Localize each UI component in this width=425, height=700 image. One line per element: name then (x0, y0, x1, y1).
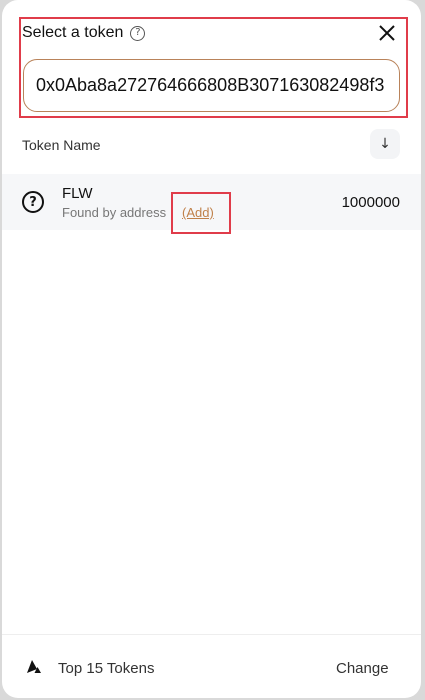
close-button[interactable] (376, 22, 398, 44)
question-circle-icon[interactable]: ? (130, 25, 146, 41)
column-header-token-name: Token Name (22, 137, 101, 153)
top-tokens-label: Top 15 Tokens (58, 660, 155, 677)
modal-title: Select a token (22, 24, 124, 41)
token-list-item[interactable]: ? FLW Found by address (Add) 1000000 (2, 174, 421, 234)
title-row: Select a token ? (22, 24, 146, 42)
change-list-button[interactable]: Change (336, 660, 389, 677)
token-select-modal: Select a token ? Token Name ↓ ? FLW Foun… (2, 0, 421, 698)
token-symbol: FLW (62, 185, 93, 202)
sort-arrow-down-button[interactable]: ↓ (370, 129, 400, 159)
footer-divider (2, 634, 421, 635)
close-x-icon (379, 25, 395, 41)
unknown-token-question-icon: ? (22, 191, 44, 213)
token-balance: 1000000 (341, 194, 400, 211)
token-address-search-input[interactable] (24, 60, 399, 111)
add-token-link[interactable]: (Add) (182, 205, 214, 220)
search-field[interactable] (23, 59, 400, 112)
token-subtitle: Found by address (62, 205, 167, 220)
avalanche-logo-icon (27, 660, 41, 673)
